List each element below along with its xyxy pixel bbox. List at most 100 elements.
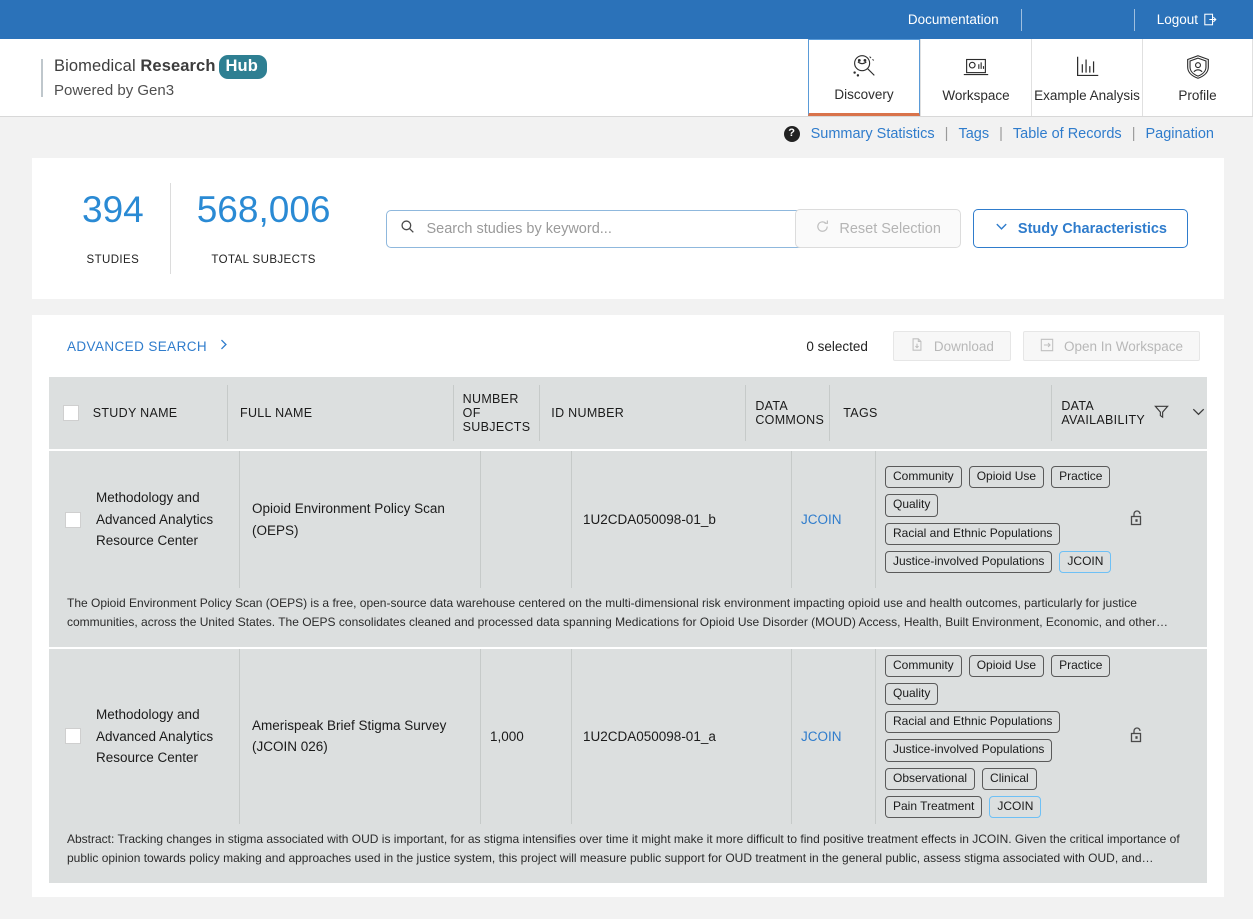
main-nav: Discovery Workspace Example Analysis Pro… <box>808 39 1253 116</box>
data-commons-link[interactable]: JCOIN <box>801 512 842 527</box>
top-utility-bar: Documentation Logout <box>0 0 1253 39</box>
tag-chip[interactable]: Quality <box>885 683 939 706</box>
record-description: The Opioid Environment Policy Scan (OEPS… <box>49 588 1207 647</box>
select-all-checkbox[interactable] <box>62 405 79 421</box>
nav-label-profile: Profile <box>1178 88 1217 104</box>
cell-id-number: 1U2CDA050098-01_a <box>583 728 716 744</box>
tag-chip[interactable]: JCOIN <box>1059 550 1112 573</box>
results-toolbar: ADVANCED SEARCH 0 selected Download Open… <box>32 315 1224 377</box>
cell-full-name: Amerispeak Brief Stigma Survey (JCOIN 02… <box>252 717 447 755</box>
tag-chip[interactable]: Justice-involved Populations <box>885 550 1053 573</box>
anchor-separator-2: | <box>999 125 1003 142</box>
cell-full-name: Opioid Environment Policy Scan (OEPS) <box>252 500 445 538</box>
tag-chip[interactable]: JCOIN <box>989 795 1042 818</box>
cell-study-name: Methodology and Advanced Analytics Resou… <box>96 489 214 549</box>
row-select-cell <box>49 728 96 745</box>
row-checkbox[interactable] <box>64 511 81 528</box>
logo[interactable]: Biomedical Research Hub Powered by Gen3 <box>0 39 808 116</box>
logo-accent-bar <box>41 58 43 97</box>
anchor-separator-1: | <box>944 125 949 142</box>
cell-id-number: 1U2CDA050098-01_b <box>583 512 716 527</box>
summary-statistics-card: 394 STUDIES 568,006 TOTAL SUBJECTS Reset… <box>32 158 1224 299</box>
cell-tags: Community Opioid Use Practice Quality Racial… <box>885 460 1115 579</box>
table-header-row: STUDY NAME FULL NAME NUMBER OF SUBJECTS … <box>49 377 1207 449</box>
column-header-number-of-subjects[interactable]: NUMBER OF SUBJECTS <box>463 392 531 434</box>
results-bottom-spacer <box>32 882 1224 897</box>
reset-selection-button[interactable]: Reset Selection <box>795 209 961 248</box>
anchor-summary-statistics[interactable]: Summary Statistics <box>811 126 935 142</box>
column-header-id-number[interactable]: ID NUMBER <box>549 406 736 420</box>
tag-chip[interactable]: Community <box>885 654 962 678</box>
column-divider-6 <box>1051 385 1053 441</box>
row-divider-4 <box>791 451 792 588</box>
study-characteristics-button[interactable]: Study Characteristics <box>972 209 1188 248</box>
funnel-filter-icon[interactable] <box>1153 403 1170 423</box>
open-in-workspace-icon <box>1040 338 1054 355</box>
cell-data-availability <box>1115 509 1205 530</box>
logout-arrow-icon <box>1204 13 1217 26</box>
data-commons-link[interactable]: JCOIN <box>801 729 842 744</box>
stat-studies-label: STUDIES <box>86 254 140 266</box>
anchor-nav: ? Summary Statistics | Tags | Table of R… <box>0 117 1253 150</box>
row-divider-3 <box>571 648 572 824</box>
tag-chip[interactable]: Racial and Ethnic Populations <box>885 522 1061 545</box>
anchor-table-of-records[interactable]: Table of Records <box>1013 126 1122 142</box>
tag-chip[interactable]: Practice <box>1051 654 1111 678</box>
row-divider-2 <box>480 648 481 824</box>
tag-chip[interactable]: Justice-involved Populations <box>885 739 1053 762</box>
column-header-data-commons[interactable]: DATA COMMONS <box>755 399 823 427</box>
search-input[interactable] <box>424 219 803 238</box>
row-divider-1 <box>239 648 240 824</box>
tag-chip[interactable]: Opioid Use <box>968 466 1045 489</box>
tag-chip[interactable]: Clinical <box>982 767 1037 790</box>
tag-chip[interactable]: Observational <box>885 767 976 790</box>
record-block: Methodology and Advanced Analytics Resou… <box>49 450 1207 647</box>
tag-chip[interactable]: Pain Treatment <box>885 795 983 818</box>
open-in-workspace-label: Open In Workspace <box>1063 338 1183 354</box>
chevron-down-icon <box>994 219 1009 238</box>
stat-total-subjects-label: TOTAL SUBJECTS <box>211 254 316 266</box>
table-row[interactable]: Methodology and Advanced Analytics Resou… <box>49 450 1207 588</box>
column-divider-4 <box>745 385 747 441</box>
search-box[interactable] <box>386 209 817 248</box>
topbar-divider-1 <box>1020 8 1022 31</box>
table-collapse-chevron-down-icon[interactable] <box>1190 403 1207 423</box>
tag-chip[interactable]: Quality <box>885 494 939 517</box>
nav-label-workspace: Workspace <box>942 88 1010 104</box>
tag-chip[interactable]: Opioid Use <box>968 654 1045 678</box>
anchor-tags[interactable]: Tags <box>958 126 989 142</box>
nav-label-example-analysis: Example Analysis <box>1034 88 1140 104</box>
search-icon <box>400 219 415 239</box>
table-row[interactable]: Methodology and Advanced Analytics Resou… <box>49 647 1207 824</box>
advanced-search-toggle[interactable]: ADVANCED SEARCH <box>67 338 230 354</box>
nav-item-example-analysis[interactable]: Example Analysis <box>1031 39 1142 116</box>
question-mark-icon[interactable]: ? <box>783 125 800 142</box>
column-header-study-name[interactable]: STUDY NAME <box>93 406 218 420</box>
logout-link[interactable]: Logout <box>1135 0 1239 39</box>
record-block: Methodology and Advanced Analytics Resou… <box>49 647 1207 883</box>
record-description: Abstract: Tracking changes in stigma ass… <box>49 824 1207 883</box>
download-button[interactable]: Download <box>892 331 1011 361</box>
reset-selection-label: Reset Selection <box>839 220 941 237</box>
open-in-workspace-button[interactable]: Open In Workspace <box>1022 331 1200 361</box>
tag-chip[interactable]: Racial and Ethnic Populations <box>885 711 1061 734</box>
nav-item-workspace[interactable]: Workspace <box>920 39 1031 116</box>
column-header-data-availability[interactable]: DATA AVAILABILITY <box>1061 399 1145 427</box>
tag-chip[interactable]: Community <box>885 466 962 489</box>
documentation-link[interactable]: Documentation <box>886 0 1021 39</box>
stats-actions: Reset Selection Study Characteristics <box>795 209 1188 248</box>
anchor-pagination[interactable]: Pagination <box>1145 126 1214 142</box>
nav-item-discovery[interactable]: Discovery <box>808 39 920 116</box>
column-header-tags[interactable]: TAGS <box>839 406 1042 420</box>
column-header-full-name[interactable]: FULL NAME <box>237 406 444 420</box>
app-header: Biomedical ResearchHub Powered by Gen3 <box>0 39 1253 117</box>
row-divider-3 <box>571 451 572 588</box>
tag-chip[interactable]: Practice <box>1051 466 1111 489</box>
nav-label-discovery: Discovery <box>834 87 894 103</box>
open-padlock-icon <box>1129 509 1145 530</box>
row-checkbox[interactable] <box>64 728 81 745</box>
anchor-separator-3: | <box>1131 125 1136 142</box>
nav-item-profile[interactable]: Profile <box>1142 39 1253 116</box>
stat-total-subjects: 568,006 TOTAL SUBJECTS <box>171 191 357 266</box>
column-divider-5 <box>829 385 831 441</box>
